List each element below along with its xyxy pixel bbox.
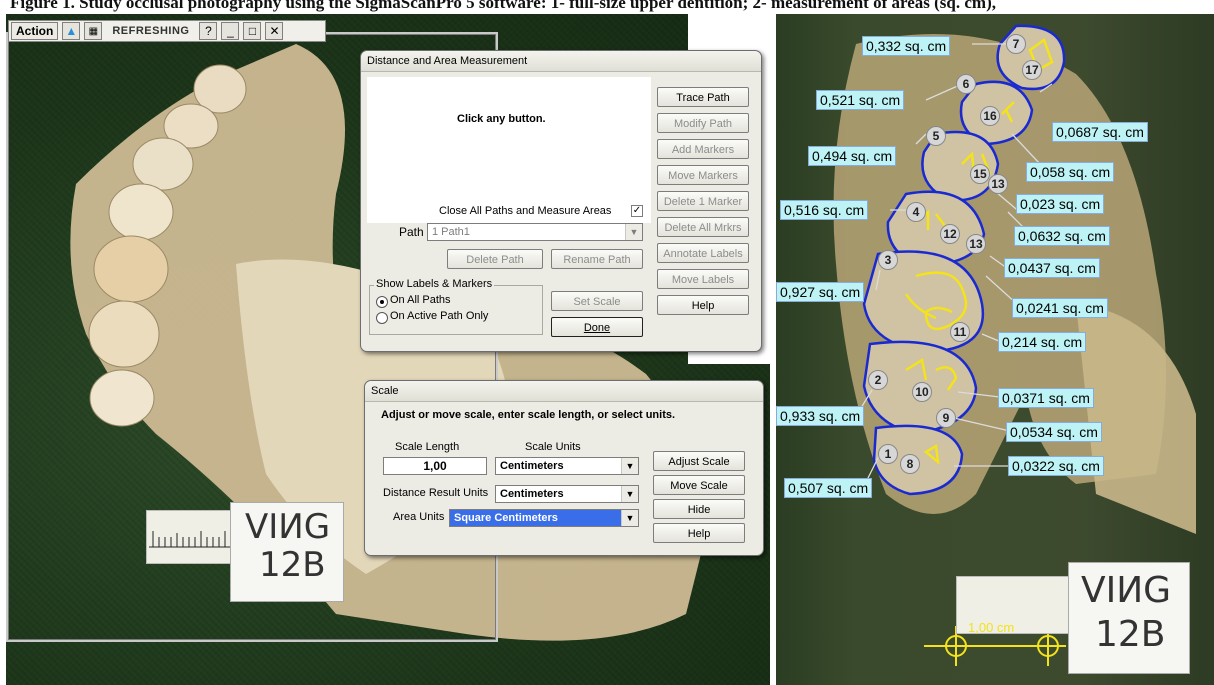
marker: 11	[950, 322, 970, 342]
main-toolbar: Action ▲ ▦ REFRESHING ? _ □ ✕	[8, 20, 326, 42]
set-scale-button[interactable]: Set Scale	[551, 291, 643, 311]
area-label: 0,927 sq. cm	[776, 282, 865, 302]
area-units-label: Area Units	[393, 511, 445, 523]
marker: 13	[966, 234, 986, 254]
delete-marker-button[interactable]: Delete 1 Marker	[657, 191, 749, 211]
marker: 15	[970, 164, 990, 184]
area-label: 0,521 sq. cm	[816, 90, 905, 110]
move-markers-button[interactable]: Move Markers	[657, 165, 749, 185]
maximize-icon[interactable]: □	[243, 22, 262, 40]
marker: 1	[878, 444, 898, 464]
area-label: 0,023 sq. cm	[1016, 194, 1105, 214]
marker: 13	[988, 174, 1008, 194]
action-menu-button[interactable]: Action	[11, 22, 59, 40]
scale-instructions: Adjust or move scale, enter scale length…	[381, 409, 676, 421]
area-label: 0,058 sq. cm	[1026, 162, 1115, 182]
dialog-title: Distance and Area Measurement	[361, 51, 761, 72]
scale-length-text: 1,00 cm	[968, 620, 1015, 635]
minimize-icon[interactable]: _	[221, 22, 240, 40]
scale-help-button[interactable]: Help	[653, 523, 745, 543]
radio-active-path[interactable]	[376, 312, 388, 324]
caption-text: Figure 1. Study occlusal photography usi…	[10, 0, 996, 12]
distance-area-dialog: Distance and Area Measurement Click any …	[360, 50, 762, 352]
path-label: Path	[399, 225, 424, 239]
add-markers-button[interactable]: Add Markers	[657, 139, 749, 159]
chevron-down-icon: ▼	[621, 510, 638, 526]
water-drop-icon[interactable]: ▲	[62, 22, 81, 40]
adjust-scale-button[interactable]: Adjust Scale	[653, 451, 745, 471]
area-label: 0,0534 sq. cm	[1006, 422, 1102, 442]
done-button[interactable]: Done	[551, 317, 643, 337]
scale-units-label: Scale Units	[525, 441, 581, 453]
trace-path-button[interactable]: Trace Path	[657, 87, 749, 107]
area-label: 0,507 sq. cm	[784, 478, 873, 498]
refresh-status: REFRESHING	[112, 25, 190, 37]
scale-dialog-title: Scale	[365, 381, 763, 402]
marker: 10	[912, 382, 932, 402]
status-message: Click any button.	[457, 113, 546, 125]
close-paths-checkbox[interactable]: ✓	[631, 205, 643, 217]
help-icon[interactable]: ?	[199, 22, 218, 40]
area-label: 0,0632 sq. cm	[1014, 226, 1110, 246]
marker: 8	[900, 454, 920, 474]
area-label: 0,0322 sq. cm	[1008, 456, 1104, 476]
marker: 4	[906, 202, 926, 222]
chevron-down-icon: ▼	[621, 486, 638, 502]
area-label: 0,0437 sq. cm	[1004, 258, 1100, 278]
chevron-down-icon: ▼	[625, 224, 642, 240]
modify-path-button[interactable]: Modify Path	[657, 113, 749, 133]
scale-units-select[interactable]: Centimeters ▼	[495, 457, 639, 475]
marker: 5	[926, 126, 946, 146]
area-label: 0,332 sq. cm	[862, 36, 951, 56]
specimen-card-line2: 12B	[1095, 614, 1166, 655]
close-icon[interactable]: ✕	[265, 22, 284, 40]
delete-path-button[interactable]: Delete Path	[447, 249, 543, 269]
chevron-down-icon: ▼	[621, 458, 638, 474]
marker: 9	[936, 408, 956, 428]
help-button[interactable]: Help	[657, 295, 749, 315]
close-paths-label: Close All Paths and Measure Areas	[439, 205, 612, 217]
scale-length-label: Scale Length	[395, 441, 460, 453]
marker: 7	[1006, 34, 1026, 54]
area-label: 0,494 sq. cm	[808, 146, 897, 166]
rename-path-button[interactable]: Rename Path	[551, 249, 643, 269]
marker: 12	[940, 224, 960, 244]
marker: 6	[956, 74, 976, 94]
annotated-image: 0,332 sq. cm 0,521 sq. cm 0,0687 sq. cm …	[776, 14, 1214, 685]
hide-button[interactable]: Hide	[653, 499, 745, 519]
area-units-select[interactable]: Square Centimeters ▼	[449, 509, 639, 527]
distance-units-select[interactable]: Centimeters ▼	[495, 485, 639, 503]
move-scale-button[interactable]: Move Scale	[653, 475, 745, 495]
delete-all-markers-button[interactable]: Delete All Mrkrs	[657, 217, 749, 237]
marker: 2	[868, 370, 888, 390]
radio-all-paths[interactable]	[376, 296, 388, 308]
grid-icon[interactable]: ▦	[84, 22, 103, 40]
specimen-card-line1: VIИG	[1081, 570, 1172, 611]
specimen-card: VIИG 12B	[1068, 562, 1190, 674]
area-label: 0,0687 sq. cm	[1052, 122, 1148, 142]
marker: 3	[878, 250, 898, 270]
scale-dialog: Scale Adjust or move scale, enter scale …	[364, 380, 764, 556]
distance-units-label: Distance Result Units	[383, 487, 489, 499]
move-labels-button[interactable]: Move Labels	[657, 269, 749, 289]
marker: 17	[1022, 60, 1042, 80]
area-label: 0,0241 sq. cm	[1012, 298, 1108, 318]
area-label: 0,516 sq. cm	[780, 200, 869, 220]
show-labels-group: Show Labels & Markers On All Paths On Ac…	[369, 278, 543, 335]
path-select[interactable]: 1 Path1 ▼	[427, 223, 643, 241]
area-label: 0,214 sq. cm	[998, 332, 1087, 352]
area-label: 0,0371 sq. cm	[998, 388, 1094, 408]
marker: 16	[980, 106, 1000, 126]
scale-length-input[interactable]: 1,00	[383, 457, 487, 475]
annotate-labels-button[interactable]: Annotate Labels	[657, 243, 749, 263]
area-label: 0,933 sq. cm	[776, 406, 865, 426]
figure-caption: Figure 1. Study occlusal photography usi…	[0, 0, 1214, 14]
